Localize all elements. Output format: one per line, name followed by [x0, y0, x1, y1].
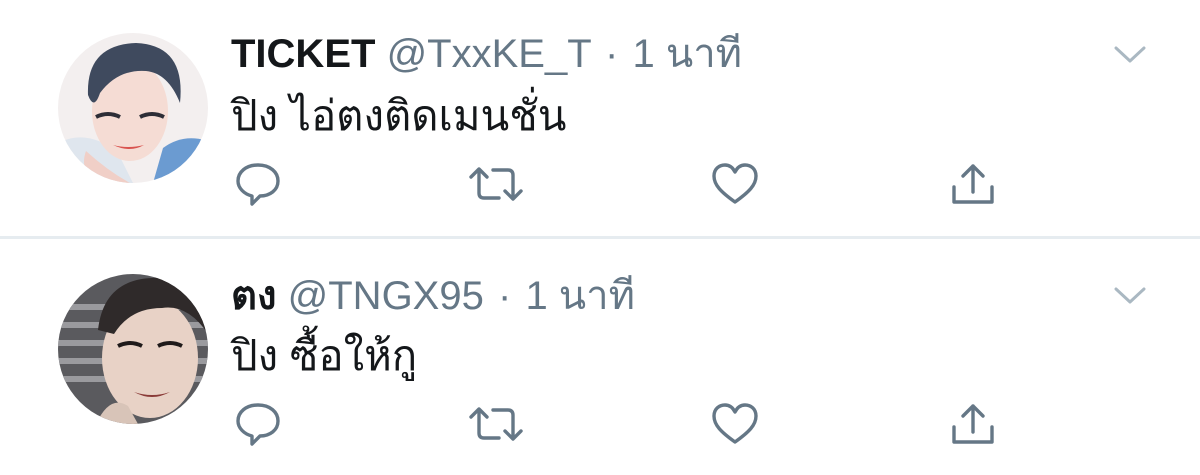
like-icon	[711, 162, 759, 211]
reply-icon	[234, 401, 282, 452]
user-handle[interactable]: @TNGX95	[288, 274, 484, 318]
tweet[interactable]: ตง @TNGX95 · 1 นาที ปิง ซื้อให้กู	[0, 239, 1200, 475]
tweet[interactable]: TICKET @TxxKE_T · 1 นาที ปิง ไอ่ตงติดเมน…	[0, 0, 1200, 236]
user-avatar[interactable]	[58, 274, 208, 424]
reply-button[interactable]	[230, 162, 286, 210]
like-icon	[711, 402, 759, 451]
share-button[interactable]	[945, 162, 1001, 210]
chevron-down-icon[interactable]	[1112, 285, 1148, 307]
timestamp[interactable]: 1 นาที	[633, 32, 743, 76]
display-name[interactable]: TICKET	[231, 32, 375, 76]
retweet-icon	[468, 403, 524, 450]
chevron-down-icon[interactable]	[1112, 44, 1148, 66]
separator-dot: ·	[605, 32, 619, 76]
share-icon	[949, 401, 997, 452]
reply-icon	[234, 161, 282, 212]
user-avatar[interactable]	[58, 33, 208, 183]
retweet-icon	[468, 163, 524, 210]
display-name[interactable]: ตง	[231, 274, 277, 318]
share-icon	[949, 161, 997, 212]
separator-dot: ·	[497, 274, 512, 318]
tweet-text: ปิง ไอ่ตงติดเมนชั่น	[231, 92, 567, 139]
tweet-header: ตง @TNGX95 · 1 นาที	[231, 272, 635, 320]
retweet-button[interactable]	[468, 162, 524, 210]
user-handle[interactable]: @TxxKE_T	[387, 32, 591, 76]
like-button[interactable]	[707, 402, 763, 450]
share-button[interactable]	[945, 402, 1001, 450]
tweet-text: ปิง ซื้อให้กู	[231, 332, 418, 379]
timestamp[interactable]: 1 นาที	[525, 274, 635, 318]
like-button[interactable]	[707, 162, 763, 210]
reply-button[interactable]	[230, 402, 286, 450]
tweet-header: TICKET @TxxKE_T · 1 นาที	[231, 30, 742, 78]
retweet-button[interactable]	[468, 402, 524, 450]
